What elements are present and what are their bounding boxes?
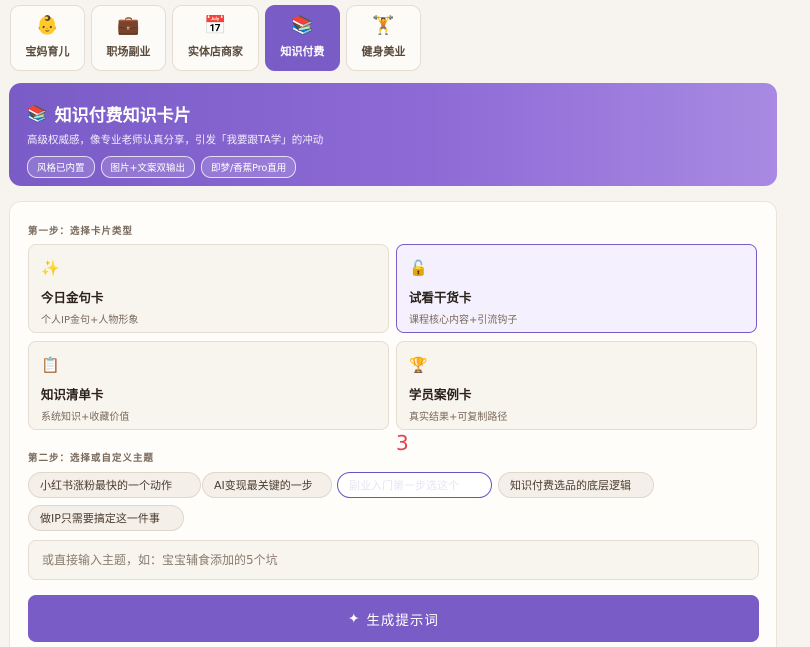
calendar-icon: 📅	[204, 15, 227, 36]
sparkle-icon: ✦	[348, 610, 361, 627]
hero-banner: 📚 知识付费知识卡片 高级权威感，像专业老师认真分享，引发「我要跟TA学」的冲动…	[9, 83, 777, 186]
tab-label: 职场副业	[106, 45, 151, 58]
hero-tag: 风格已内置	[27, 156, 95, 178]
card-title: 今日金句卡	[41, 290, 104, 305]
category-tabs: 👶 宝妈育儿 💼 职场副业 📅 实体店商家 📚 知识付费 🏋 健身美业	[10, 5, 421, 71]
card-trial-content[interactable]: 🔓 试看干货卡 课程核心内容+引流钩子	[396, 244, 757, 333]
tab-store-merchant[interactable]: 📅 实体店商家	[172, 5, 259, 71]
generate-button[interactable]: ✦ 生成提示词	[28, 595, 759, 642]
card-daily-quote[interactable]: ✨ 今日金句卡 个人IP金句+人物形象	[28, 244, 389, 333]
topic-chip[interactable]: AI变现最关键的一步	[202, 472, 332, 498]
annotation-marker: 3	[396, 431, 409, 455]
tab-fitness-beauty[interactable]: 🏋 健身美业	[346, 5, 421, 71]
baby-icon: 👶	[36, 15, 59, 36]
books-icon: 📚	[291, 15, 314, 36]
sparkles-icon: ✨	[41, 259, 60, 277]
trophy-icon: 🏆	[409, 356, 428, 374]
card-desc: 真实结果+可复制路径	[409, 412, 508, 423]
card-title: 学员案例卡	[409, 387, 472, 402]
tab-mom-parenting[interactable]: 👶 宝妈育儿	[10, 5, 85, 71]
tab-label: 健身美业	[361, 45, 406, 58]
hero-tags: 风格已内置 图片+文案双输出 即梦/香蕉Pro直用	[27, 156, 759, 178]
topic-chip[interactable]: 小红书涨粉最快的一个动作	[28, 472, 201, 498]
generate-button-label: 生成提示词	[366, 612, 439, 629]
card-desc: 系统知识+收藏价值	[41, 412, 130, 423]
card-desc: 个人IP金句+人物形象	[41, 315, 139, 326]
topic-chip[interactable]: 知识付费选品的底层逻辑	[498, 472, 654, 498]
hero-subtitle: 高级权威感，像专业老师认真分享，引发「我要跟TA学」的冲动	[27, 134, 324, 146]
weightlifter-icon: 🏋	[372, 15, 395, 36]
hero-tag: 图片+文案双输出	[100, 156, 195, 178]
card-title: 知识清单卡	[41, 387, 104, 402]
card-desc: 课程核心内容+引流钩子	[409, 315, 518, 326]
card-title: 试看干货卡	[409, 290, 472, 305]
tab-label: 实体店商家	[188, 45, 243, 58]
card-student-case[interactable]: 🏆 学员案例卡 真实结果+可复制路径	[396, 341, 757, 430]
tab-workplace-sideline[interactable]: 💼 职场副业	[91, 5, 166, 71]
topic-input[interactable]	[28, 540, 759, 580]
hero-tag: 即梦/香蕉Pro直用	[200, 156, 297, 178]
step2-label: 第二步：选择或自定义主题	[28, 453, 155, 464]
topic-chip-selected[interactable]: 副业入门第一步选这个	[337, 472, 492, 498]
briefcase-icon: 💼	[117, 15, 140, 36]
clipboard-icon: 📋	[41, 356, 60, 374]
unlock-icon: 🔓	[409, 259, 428, 277]
topic-chip[interactable]: 做IP只需要搞定这一件事	[28, 505, 184, 531]
step1-label: 第一步：选择卡片类型	[28, 226, 134, 237]
hero-title-row: 📚 知识付费知识卡片	[27, 101, 759, 126]
hero-title: 知识付费知识卡片	[54, 106, 191, 126]
card-knowledge-list[interactable]: 📋 知识清单卡 系统知识+收藏价值	[28, 341, 389, 430]
tab-label: 宝妈育儿	[25, 45, 70, 58]
tab-label: 知识付费	[280, 45, 325, 58]
tab-knowledge-paid[interactable]: 📚 知识付费	[265, 5, 340, 71]
books-icon: 📚	[27, 104, 47, 123]
main-panel: 第一步：选择卡片类型 ✨ 今日金句卡 个人IP金句+人物形象 🔓 试看干货卡 课…	[9, 201, 777, 647]
